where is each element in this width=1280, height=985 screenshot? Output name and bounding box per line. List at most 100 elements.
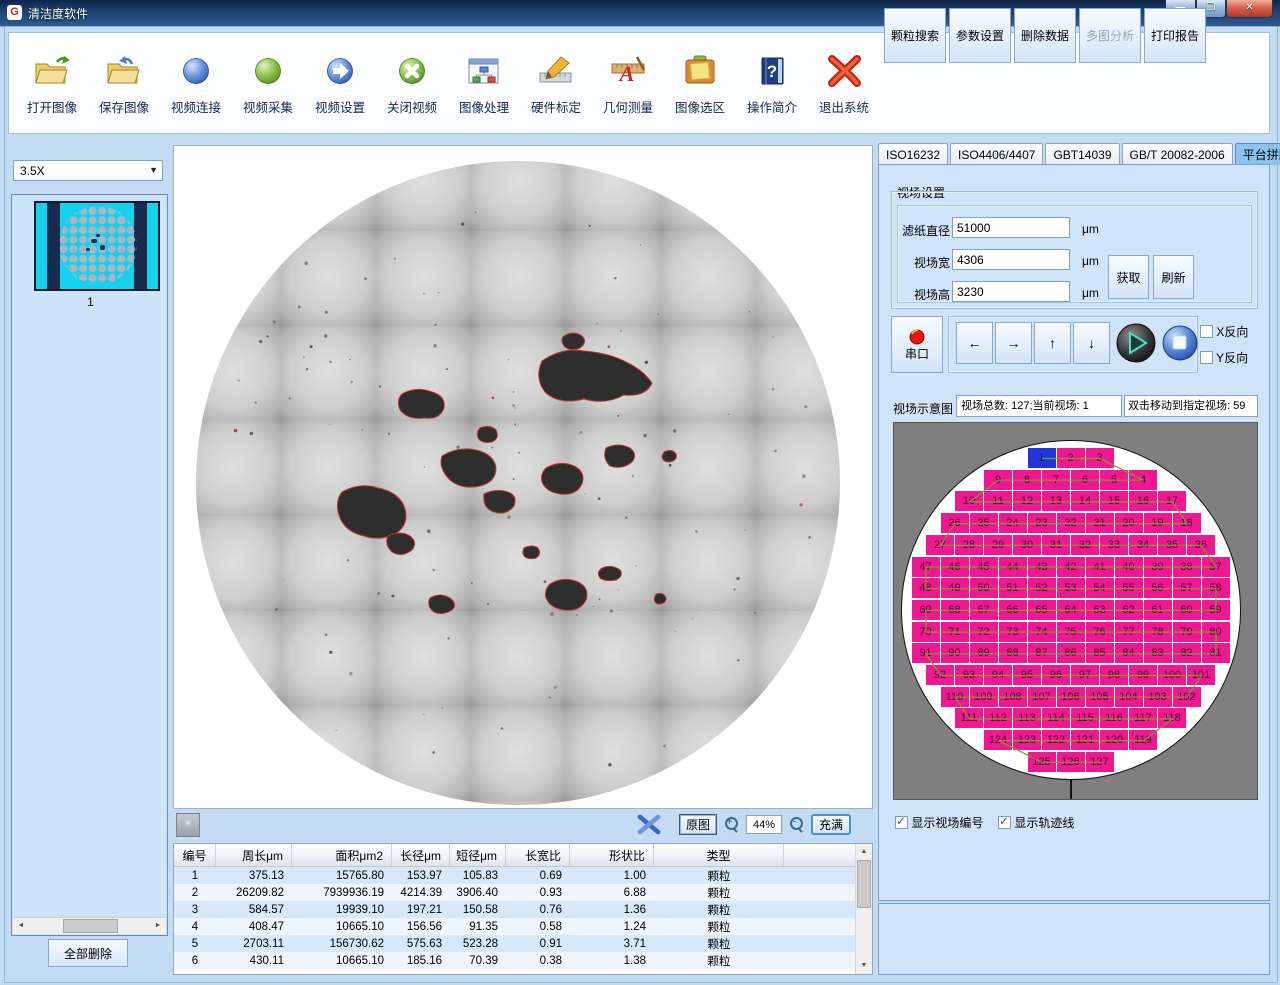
image-process-button[interactable]: 图像处理 bbox=[451, 50, 517, 116]
field-cell-13[interactable]: 13 bbox=[1042, 491, 1070, 511]
field-cell-97[interactable]: 97 bbox=[1071, 665, 1099, 685]
scrollbar-thumb[interactable] bbox=[63, 919, 118, 933]
field-cell-120[interactable]: 120 bbox=[1100, 730, 1128, 750]
tab-gbt14039[interactable]: GBT14039 bbox=[1045, 143, 1119, 165]
field-cell-102[interactable]: 102 bbox=[1173, 687, 1201, 707]
table-row[interactable]: 6430.1110665.10185.1670.390.381.38颗粒 bbox=[174, 952, 872, 969]
field-cell-22[interactable]: 22 bbox=[1057, 513, 1085, 533]
field-cell-117[interactable]: 117 bbox=[1129, 708, 1157, 728]
scroll-down-icon[interactable]: ▼ bbox=[856, 958, 872, 973]
video-settings-button[interactable]: 视频设置 bbox=[307, 50, 373, 116]
field-cell-91[interactable]: 91 bbox=[912, 643, 940, 663]
field-cell-44[interactable]: 44 bbox=[999, 557, 1027, 577]
geometry-measure-button[interactable]: A 几何测量 bbox=[595, 50, 661, 116]
field-cell-75[interactable]: 75 bbox=[1057, 622, 1085, 642]
stitch-tool-icon[interactable] bbox=[637, 813, 661, 835]
field-cell-32[interactable]: 32 bbox=[1071, 535, 1099, 555]
field-cell-47[interactable]: 47 bbox=[912, 557, 940, 577]
field-cell-6[interactable]: 6 bbox=[1071, 470, 1099, 490]
field-cell-43[interactable]: 43 bbox=[1028, 557, 1056, 577]
field-cell-15[interactable]: 15 bbox=[1100, 491, 1128, 511]
field-cell-105[interactable]: 105 bbox=[1086, 687, 1114, 707]
field-cell-121[interactable]: 121 bbox=[1071, 730, 1099, 750]
field-cell-49[interactable]: 49 bbox=[941, 578, 969, 598]
field-cell-125[interactable]: 125 bbox=[1028, 752, 1056, 772]
table-row[interactable]: 4408.4710665.10156.5691.350.581.24颗粒 bbox=[174, 918, 872, 935]
image-region-button[interactable]: 图像选区 bbox=[667, 50, 733, 116]
field-cell-126[interactable]: 126 bbox=[1057, 752, 1085, 772]
zoom-percent-field[interactable]: 44% bbox=[746, 815, 782, 834]
field-cell-124[interactable]: 124 bbox=[984, 730, 1012, 750]
field-height-field[interactable] bbox=[952, 281, 1070, 302]
field-cell-33[interactable]: 33 bbox=[1100, 535, 1128, 555]
get-button[interactable]: 获取 bbox=[1108, 255, 1149, 299]
field-cell-127[interactable]: 127 bbox=[1086, 752, 1114, 772]
column-header[interactable]: 编号 bbox=[174, 844, 216, 866]
field-cell-10[interactable]: 10 bbox=[955, 491, 983, 511]
zoom-out-button[interactable]: - bbox=[786, 814, 807, 835]
field-cell-107[interactable]: 107 bbox=[1028, 687, 1056, 707]
exit-system-button[interactable]: 退出系统 bbox=[811, 50, 877, 116]
field-cell-63[interactable]: 63 bbox=[1086, 600, 1114, 620]
field-cell-52[interactable]: 52 bbox=[1028, 578, 1056, 598]
field-cell-99[interactable]: 99 bbox=[1129, 665, 1157, 685]
field-cell-94[interactable]: 94 bbox=[984, 665, 1012, 685]
field-cell-112[interactable]: 112 bbox=[984, 708, 1012, 728]
field-cell-88[interactable]: 88 bbox=[999, 643, 1027, 663]
field-cell-11[interactable]: 11 bbox=[984, 491, 1012, 511]
field-cell-116[interactable]: 116 bbox=[1100, 708, 1128, 728]
field-cell-58[interactable]: 58 bbox=[1202, 578, 1230, 598]
field-cell-92[interactable]: 92 bbox=[926, 665, 954, 685]
show-field-numbers-box[interactable] bbox=[895, 816, 908, 829]
show-track-line-box[interactable] bbox=[998, 816, 1011, 829]
field-cell-60[interactable]: 60 bbox=[1173, 600, 1201, 620]
field-cell-57[interactable]: 57 bbox=[1173, 578, 1201, 598]
field-cell-31[interactable]: 31 bbox=[1042, 535, 1070, 555]
field-cell-74[interactable]: 74 bbox=[1028, 622, 1056, 642]
field-cell-65[interactable]: 65 bbox=[1028, 600, 1056, 620]
image-thumbnail[interactable] bbox=[34, 201, 160, 291]
column-header[interactable]: 短径μm bbox=[450, 844, 506, 866]
field-cell-16[interactable]: 16 bbox=[1129, 491, 1157, 511]
field-cell-2[interactable]: 2 bbox=[1057, 448, 1085, 468]
field-cell-41[interactable]: 41 bbox=[1086, 557, 1114, 577]
original-image-button[interactable]: 原图 bbox=[679, 814, 717, 835]
magnification-select[interactable]: 3.5X ▼ bbox=[13, 160, 163, 181]
serial-port-button[interactable]: 串口 bbox=[891, 316, 943, 373]
show-field-numbers-checkbox[interactable]: 显示视场编号 bbox=[895, 814, 983, 831]
play-scan-button[interactable] bbox=[1114, 321, 1158, 365]
field-cell-55[interactable]: 55 bbox=[1115, 578, 1143, 598]
field-cell-37[interactable]: 37 bbox=[1202, 557, 1230, 577]
stitched-image-viewer[interactable] bbox=[173, 145, 873, 809]
filter-diameter-field[interactable] bbox=[952, 217, 1070, 238]
zoom-in-button[interactable]: + bbox=[721, 814, 742, 835]
column-header[interactable]: 形状比 bbox=[570, 844, 654, 866]
field-cell-42[interactable]: 42 bbox=[1057, 557, 1085, 577]
field-cell-78[interactable]: 78 bbox=[1144, 622, 1172, 642]
field-cell-73[interactable]: 73 bbox=[999, 622, 1027, 642]
field-cell-69[interactable]: 69 bbox=[912, 600, 940, 620]
field-cell-1[interactable]: 1 bbox=[1028, 448, 1056, 468]
delete-data-button[interactable]: 删除数据 bbox=[1014, 8, 1076, 63]
field-cell-83[interactable]: 83 bbox=[1144, 643, 1172, 663]
field-cell-114[interactable]: 114 bbox=[1042, 708, 1070, 728]
field-cell-48[interactable]: 48 bbox=[912, 578, 940, 598]
field-cell-61[interactable]: 61 bbox=[1144, 600, 1172, 620]
move-right-button[interactable]: → bbox=[995, 322, 1032, 364]
table-row[interactable]: 1375.1315765.80153.97105.830.691.00颗粒 bbox=[174, 867, 872, 884]
delete-all-button[interactable]: 全部删除 bbox=[48, 939, 128, 967]
video-connect-button[interactable]: 视频连接 bbox=[163, 50, 229, 116]
field-cell-115[interactable]: 115 bbox=[1071, 708, 1099, 728]
field-cell-98[interactable]: 98 bbox=[1100, 665, 1128, 685]
field-cell-40[interactable]: 40 bbox=[1115, 557, 1143, 577]
field-cell-118[interactable]: 118 bbox=[1158, 708, 1186, 728]
field-cell-96[interactable]: 96 bbox=[1042, 665, 1070, 685]
field-cell-9[interactable]: 9 bbox=[984, 470, 1012, 490]
field-cell-46[interactable]: 46 bbox=[941, 557, 969, 577]
multi-image-analysis-button[interactable]: 多图分析 bbox=[1079, 8, 1141, 63]
field-cell-8[interactable]: 8 bbox=[1013, 470, 1041, 490]
column-header[interactable]: 长宽比 bbox=[506, 844, 570, 866]
goto-field-box[interactable]: 双击移动到指定视场: 59 bbox=[1124, 395, 1258, 417]
field-cell-77[interactable]: 77 bbox=[1115, 622, 1143, 642]
y-reverse-box[interactable] bbox=[1200, 351, 1213, 364]
